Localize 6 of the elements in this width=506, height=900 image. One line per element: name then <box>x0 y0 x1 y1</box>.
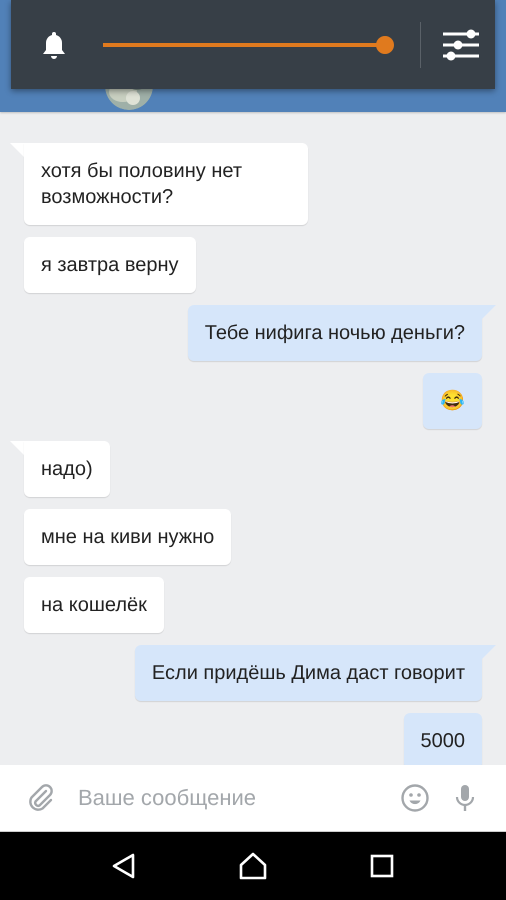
bell-icon <box>41 30 67 60</box>
home-icon[interactable] <box>238 851 268 881</box>
settings-icon[interactable] <box>443 28 479 60</box>
paperclip-icon[interactable] <box>26 783 56 813</box>
message-input-bar[interactable]: Ваше сообщение <box>0 765 506 832</box>
message-field[interactable]: Ваше сообщение <box>76 784 380 812</box>
